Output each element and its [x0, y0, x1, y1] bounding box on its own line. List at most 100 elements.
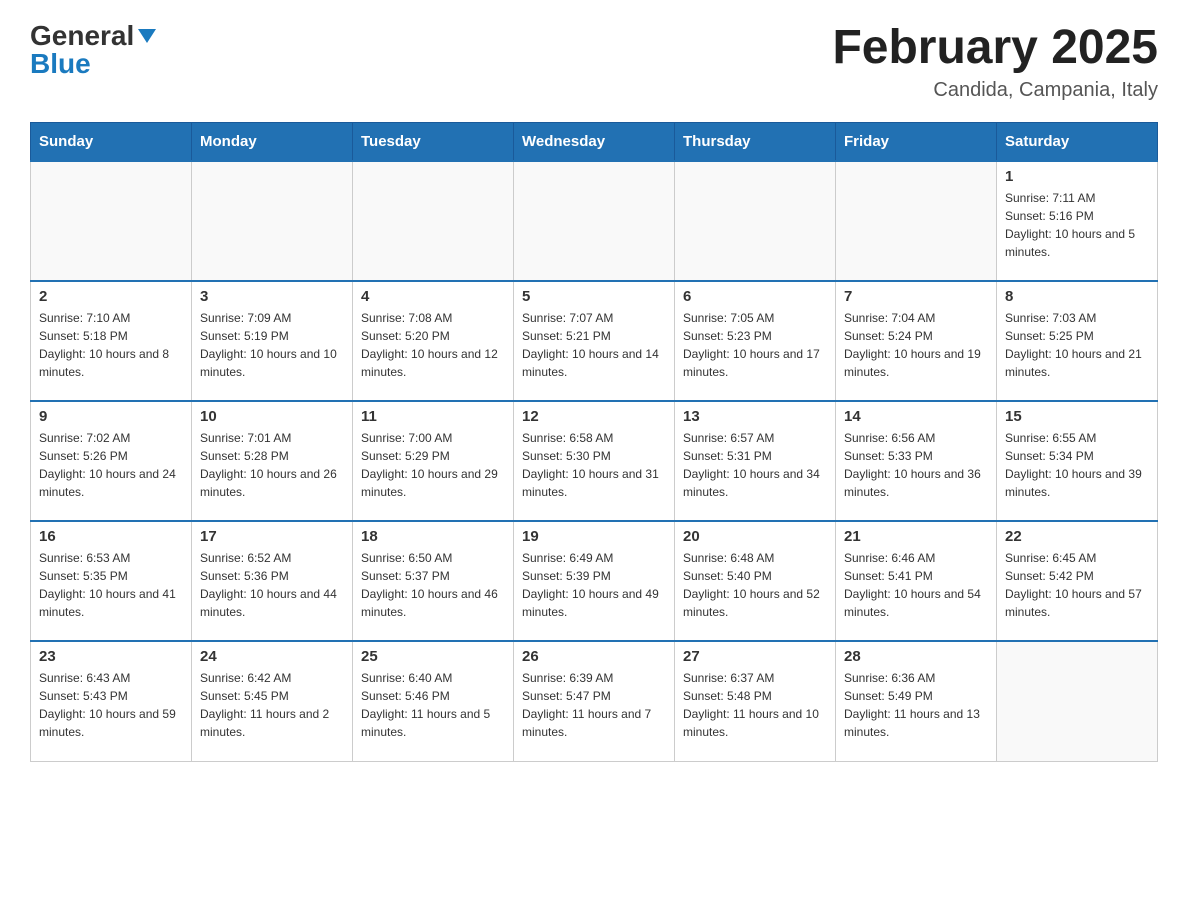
day-info: Sunrise: 6:56 AM Sunset: 5:33 PM Dayligh…	[844, 429, 988, 501]
logo: General Blue	[30, 20, 158, 80]
calendar-cell: 3 Sunrise: 7:09 AM Sunset: 5:19 PM Daylig…	[192, 281, 353, 401]
day-info: Sunrise: 7:08 AM Sunset: 5:20 PM Dayligh…	[361, 309, 505, 381]
day-info: Sunrise: 6:52 AM Sunset: 5:36 PM Dayligh…	[200, 549, 344, 621]
day-number: 22	[1005, 528, 1149, 545]
calendar-week-row: 16 Sunrise: 6:53 AM Sunset: 5:35 PM Dayli…	[31, 521, 1158, 641]
calendar-cell: 24 Sunrise: 6:42 AM Sunset: 5:45 PM Dayli…	[192, 641, 353, 761]
calendar-week-row: 1 Sunrise: 7:11 AM Sunset: 5:16 PM Daylig…	[31, 161, 1158, 281]
calendar-cell: 16 Sunrise: 6:53 AM Sunset: 5:35 PM Dayli…	[31, 521, 192, 641]
logo-arrow-icon	[136, 25, 158, 47]
calendar-cell: 1 Sunrise: 7:11 AM Sunset: 5:16 PM Daylig…	[997, 161, 1158, 281]
calendar-cell: 9Sunrise: 7:02 AM Sunset: 5:26 PM Daylig…	[31, 401, 192, 521]
calendar-cell: 18 Sunrise: 6:50 AM Sunset: 5:37 PM Dayli…	[353, 521, 514, 641]
day-info: Sunrise: 6:45 AM Sunset: 5:42 PM Dayligh…	[1005, 549, 1149, 621]
day-number: 26	[522, 648, 666, 665]
calendar-cell: 23 Sunrise: 6:43 AM Sunset: 5:43 PM Dayli…	[31, 641, 192, 761]
day-info: Sunrise: 7:10 AM Sunset: 5:18 PM Dayligh…	[39, 309, 183, 381]
day-number: 18	[361, 528, 505, 545]
calendar-cell: 4 Sunrise: 7:08 AM Sunset: 5:20 PM Daylig…	[353, 281, 514, 401]
col-tuesday: Tuesday	[353, 123, 514, 162]
day-number: 12	[522, 408, 666, 425]
day-number: 6	[683, 288, 827, 305]
calendar-cell: 21Sunrise: 6:46 AM Sunset: 5:41 PM Dayli…	[836, 521, 997, 641]
day-info: Sunrise: 6:39 AM Sunset: 5:47 PM Dayligh…	[522, 669, 666, 741]
day-number: 24	[200, 648, 344, 665]
calendar-header-row: Sunday Monday Tuesday Wednesday Thursday…	[31, 123, 1158, 162]
day-info: Sunrise: 6:40 AM Sunset: 5:46 PM Dayligh…	[361, 669, 505, 741]
calendar-cell: 15 Sunrise: 6:55 AM Sunset: 5:34 PM Dayli…	[997, 401, 1158, 521]
calendar-cell: 2 Sunrise: 7:10 AM Sunset: 5:18 PM Daylig…	[31, 281, 192, 401]
day-number: 1	[1005, 168, 1149, 185]
day-number: 11	[361, 408, 505, 425]
calendar-cell	[353, 161, 514, 281]
calendar-cell: 28 Sunrise: 6:36 AM Sunset: 5:49 PM Dayli…	[836, 641, 997, 761]
location-subtitle: Candida, Campania, Italy	[832, 79, 1158, 102]
calendar-cell: 14 Sunrise: 6:56 AM Sunset: 5:33 PM Dayli…	[836, 401, 997, 521]
calendar-cell: 10Sunrise: 7:01 AM Sunset: 5:28 PM Dayli…	[192, 401, 353, 521]
day-number: 25	[361, 648, 505, 665]
day-info: Sunrise: 7:03 AM Sunset: 5:25 PM Dayligh…	[1005, 309, 1149, 381]
calendar-week-row: 2 Sunrise: 7:10 AM Sunset: 5:18 PM Daylig…	[31, 281, 1158, 401]
title-block: February 2025 Candida, Campania, Italy	[832, 20, 1158, 102]
calendar-cell: 11 Sunrise: 7:00 AM Sunset: 5:29 PM Dayli…	[353, 401, 514, 521]
calendar-table: Sunday Monday Tuesday Wednesday Thursday…	[30, 122, 1158, 762]
day-info: Sunrise: 6:49 AM Sunset: 5:39 PM Dayligh…	[522, 549, 666, 621]
calendar-cell	[192, 161, 353, 281]
day-number: 21	[844, 528, 988, 545]
day-number: 14	[844, 408, 988, 425]
day-number: 4	[361, 288, 505, 305]
logo-blue: Blue	[30, 48, 158, 80]
day-info: Sunrise: 6:57 AM Sunset: 5:31 PM Dayligh…	[683, 429, 827, 501]
calendar-cell: 7Sunrise: 7:04 AM Sunset: 5:24 PM Daylig…	[836, 281, 997, 401]
calendar-week-row: 23 Sunrise: 6:43 AM Sunset: 5:43 PM Dayli…	[31, 641, 1158, 761]
day-info: Sunrise: 6:43 AM Sunset: 5:43 PM Dayligh…	[39, 669, 183, 741]
calendar-cell: 19 Sunrise: 6:49 AM Sunset: 5:39 PM Dayli…	[514, 521, 675, 641]
calendar-cell: 5 Sunrise: 7:07 AM Sunset: 5:21 PM Daylig…	[514, 281, 675, 401]
day-info: Sunrise: 7:00 AM Sunset: 5:29 PM Dayligh…	[361, 429, 505, 501]
day-info: Sunrise: 6:58 AM Sunset: 5:30 PM Dayligh…	[522, 429, 666, 501]
day-number: 15	[1005, 408, 1149, 425]
col-friday: Friday	[836, 123, 997, 162]
day-info: Sunrise: 6:42 AM Sunset: 5:45 PM Dayligh…	[200, 669, 344, 741]
calendar-cell	[514, 161, 675, 281]
day-number: 16	[39, 528, 183, 545]
day-info: Sunrise: 6:36 AM Sunset: 5:49 PM Dayligh…	[844, 669, 988, 741]
calendar-cell: 20Sunrise: 6:48 AM Sunset: 5:40 PM Dayli…	[675, 521, 836, 641]
day-number: 28	[844, 648, 988, 665]
col-sunday: Sunday	[31, 123, 192, 162]
month-title: February 2025	[832, 20, 1158, 75]
calendar-week-row: 9Sunrise: 7:02 AM Sunset: 5:26 PM Daylig…	[31, 401, 1158, 521]
calendar-cell: 6 Sunrise: 7:05 AM Sunset: 5:23 PM Daylig…	[675, 281, 836, 401]
calendar-cell: 8 Sunrise: 7:03 AM Sunset: 5:25 PM Daylig…	[997, 281, 1158, 401]
day-number: 9	[39, 408, 183, 425]
day-number: 20	[683, 528, 827, 545]
calendar-cell: 22 Sunrise: 6:45 AM Sunset: 5:42 PM Dayli…	[997, 521, 1158, 641]
day-info: Sunrise: 6:50 AM Sunset: 5:37 PM Dayligh…	[361, 549, 505, 621]
day-number: 3	[200, 288, 344, 305]
day-number: 17	[200, 528, 344, 545]
calendar-cell	[836, 161, 997, 281]
day-number: 27	[683, 648, 827, 665]
day-number: 13	[683, 408, 827, 425]
calendar-cell	[31, 161, 192, 281]
day-info: Sunrise: 7:09 AM Sunset: 5:19 PM Dayligh…	[200, 309, 344, 381]
day-info: Sunrise: 7:07 AM Sunset: 5:21 PM Dayligh…	[522, 309, 666, 381]
day-number: 8	[1005, 288, 1149, 305]
calendar-cell: 25 Sunrise: 6:40 AM Sunset: 5:46 PM Dayli…	[353, 641, 514, 761]
day-number: 5	[522, 288, 666, 305]
day-info: Sunrise: 7:05 AM Sunset: 5:23 PM Dayligh…	[683, 309, 827, 381]
calendar-cell: 26 Sunrise: 6:39 AM Sunset: 5:47 PM Dayli…	[514, 641, 675, 761]
col-thursday: Thursday	[675, 123, 836, 162]
day-info: Sunrise: 6:53 AM Sunset: 5:35 PM Dayligh…	[39, 549, 183, 621]
col-saturday: Saturday	[997, 123, 1158, 162]
col-wednesday: Wednesday	[514, 123, 675, 162]
day-info: Sunrise: 7:11 AM Sunset: 5:16 PM Dayligh…	[1005, 189, 1149, 261]
day-info: Sunrise: 7:04 AM Sunset: 5:24 PM Dayligh…	[844, 309, 988, 381]
day-info: Sunrise: 6:55 AM Sunset: 5:34 PM Dayligh…	[1005, 429, 1149, 501]
day-info: Sunrise: 7:01 AM Sunset: 5:28 PM Dayligh…	[200, 429, 344, 501]
day-number: 23	[39, 648, 183, 665]
day-info: Sunrise: 6:37 AM Sunset: 5:48 PM Dayligh…	[683, 669, 827, 741]
day-number: 2	[39, 288, 183, 305]
day-number: 19	[522, 528, 666, 545]
calendar-cell	[997, 641, 1158, 761]
